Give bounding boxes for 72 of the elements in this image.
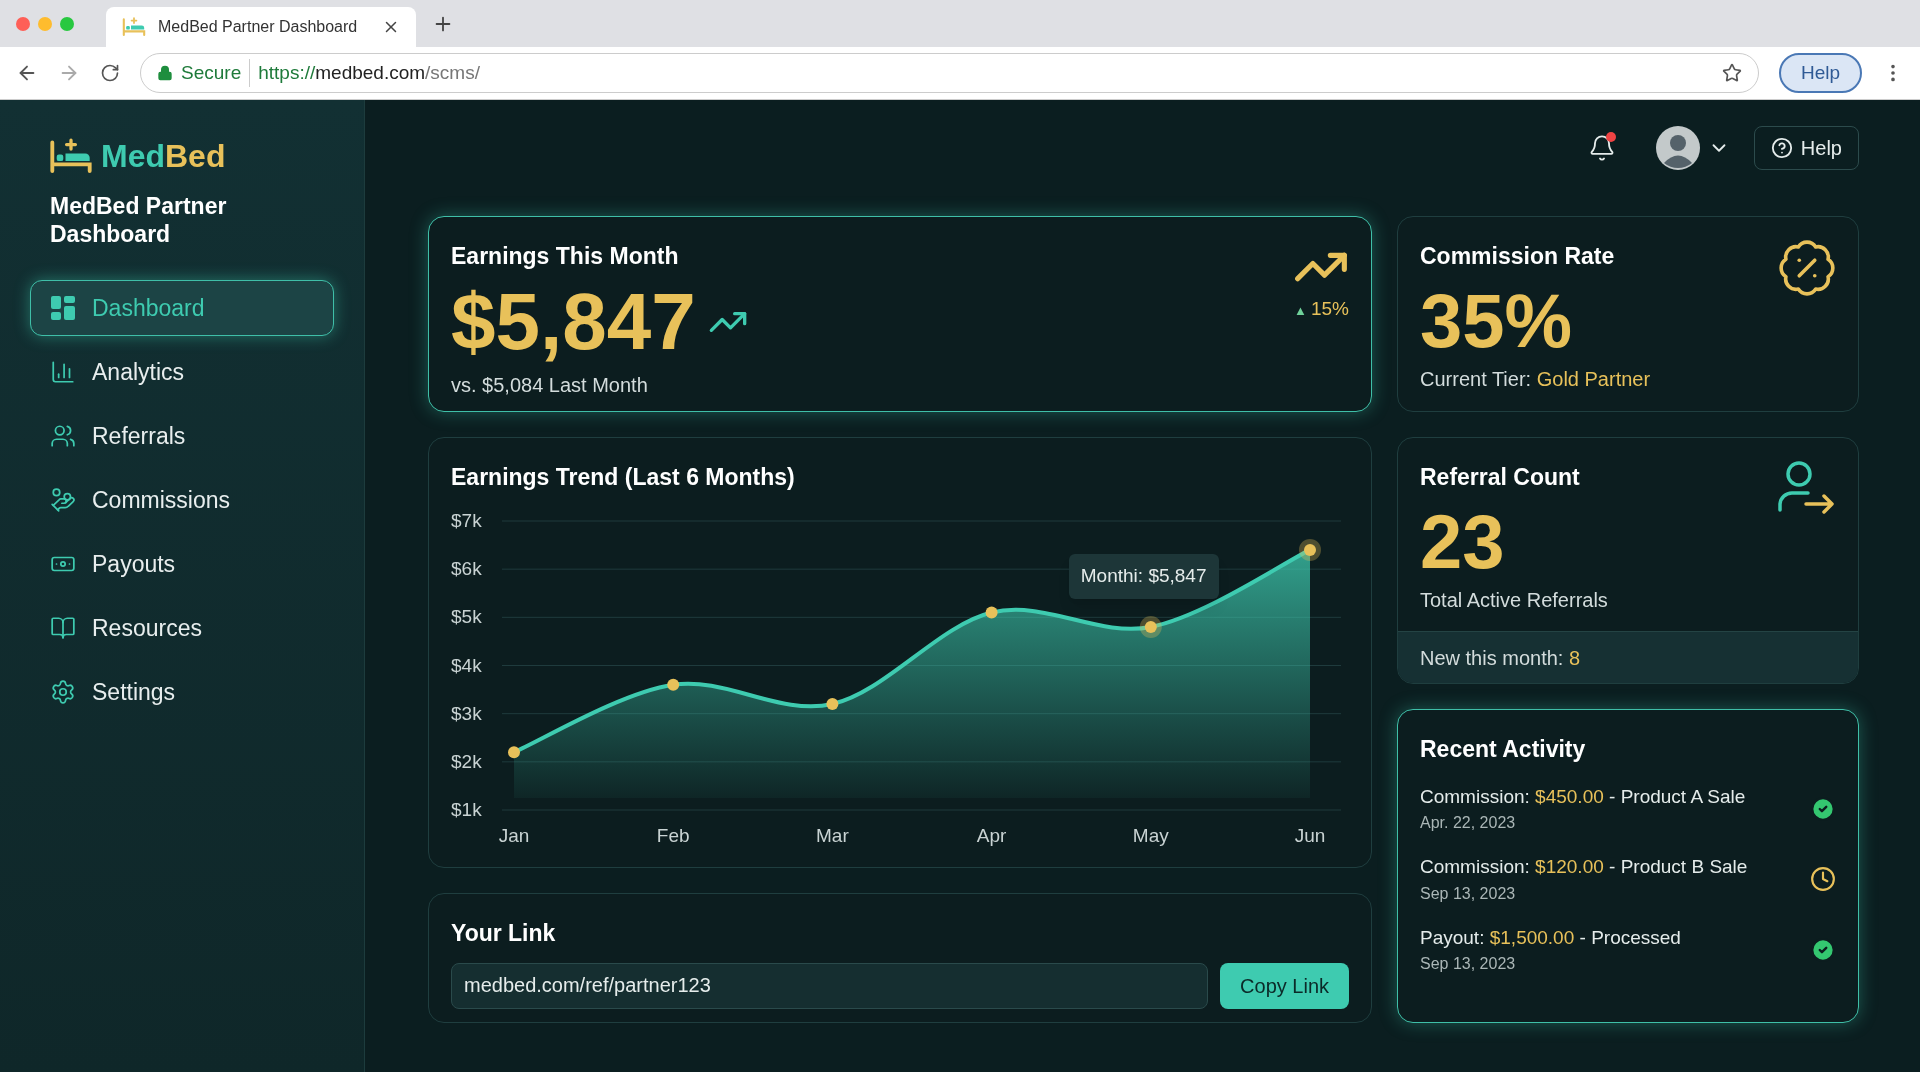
chart-tooltip: Monthi: $5,847 [1068,554,1219,599]
comparison-text: vs. $5,084 Last Month [451,372,649,398]
bar-chart-icon [50,359,76,385]
card-title: Recent Activity [1420,735,1587,764]
nav-item[interactable]: Analytics [30,344,334,400]
brand-name: MedBed [101,137,226,176]
secure-label: Secure [181,58,251,88]
x-axis-label: Jan [498,824,530,846]
settings-icon [50,679,76,705]
activity-date: Sep 13, 2023 [1420,954,1517,974]
y-axis-label: $3k [451,702,482,724]
x-axis-label: Apr [976,824,1007,846]
browser-tab[interactable]: MedBed Partner Dashboard [106,7,416,47]
users-icon [50,423,76,449]
commission-rate: 35% [1420,277,1574,364]
lock-icon [157,65,173,81]
x-axis-label: Jun [1294,824,1326,846]
hand-coin-icon [50,487,76,513]
data-point [1139,615,1162,638]
x-axis-label: May [1132,824,1169,846]
nav-item[interactable]: Payouts [30,536,334,592]
help-button[interactable]: Help [1753,126,1859,170]
activity-text: Commission: $450.00 - Product A Sale [1420,784,1747,809]
card-title: Commission Rate [1420,242,1615,271]
url-text: https://medbed.com/scms/ [258,60,480,85]
data-point [826,697,839,710]
y-axis-label: $7k [451,509,482,531]
nav-item[interactable]: Referrals [30,408,334,464]
reload-icon[interactable] [100,63,120,83]
activity-text: Commission: $120.00 - Product B Sale [1420,855,1749,879]
y-axis-label: $1k [451,798,482,820]
x-axis-label: Mar [816,824,849,846]
nav-item[interactable]: Commissions [30,472,334,528]
sidebar-title: MedBed Partner Dashboard [49,192,228,248]
card-title: Your Link [451,919,557,948]
bookmark-star-icon[interactable] [1721,63,1742,83]
nav-item[interactable]: Resources [30,600,334,656]
card-title: Earnings Trend (Last 6 Months) [451,463,795,492]
referral-count: 23 [1420,498,1506,585]
activity-text: Payout: $1,500.00 - Processed [1420,925,1682,950]
data-point [667,678,680,691]
bed-icon [122,17,146,37]
referral-link-field[interactable]: medbed.com/ref/partner123 [451,962,1209,1009]
clock-icon [1810,866,1836,893]
tab-title: MedBed Partner Dashboard [158,17,358,37]
avatar-icon [1655,126,1700,170]
book-icon [50,615,76,641]
data-point [1299,538,1321,561]
earnings-amount: $5,847 [451,277,696,366]
y-axis-label: $2k [451,750,482,772]
data-point [985,606,998,618]
new-referrals-text: New this month: 8 [1398,631,1858,683]
x-axis-label: Feb [656,824,690,846]
activity-date: Sep 13, 2023 [1420,883,1517,904]
percent-badge-icon [1776,237,1838,299]
card-title: Referral Count [1420,463,1580,492]
y-axis-label: $4k [451,654,482,675]
referral-caption: Total Active Referrals [1420,587,1609,613]
nav-item[interactable]: Dashboard [30,280,334,336]
y-axis-label: $6k [451,557,482,579]
logo-icon [49,138,93,174]
help-button[interactable]: Help [1778,53,1862,93]
nav-item[interactable]: Settings [30,664,334,720]
card-title: Earnings This Month [451,242,679,271]
y-axis-label: $5k [451,605,482,627]
change-percent-label: ▲ 15% [1294,297,1349,321]
data-point [508,745,520,758]
help-icon [1770,137,1793,159]
copy-link-button[interactable]: Copy Link [1220,962,1349,1009]
dashboard-icon [50,295,76,321]
tier-text: Current Tier: Gold Partner [1420,366,1652,392]
activity-date: Apr. 22, 2023 [1420,813,1517,833]
